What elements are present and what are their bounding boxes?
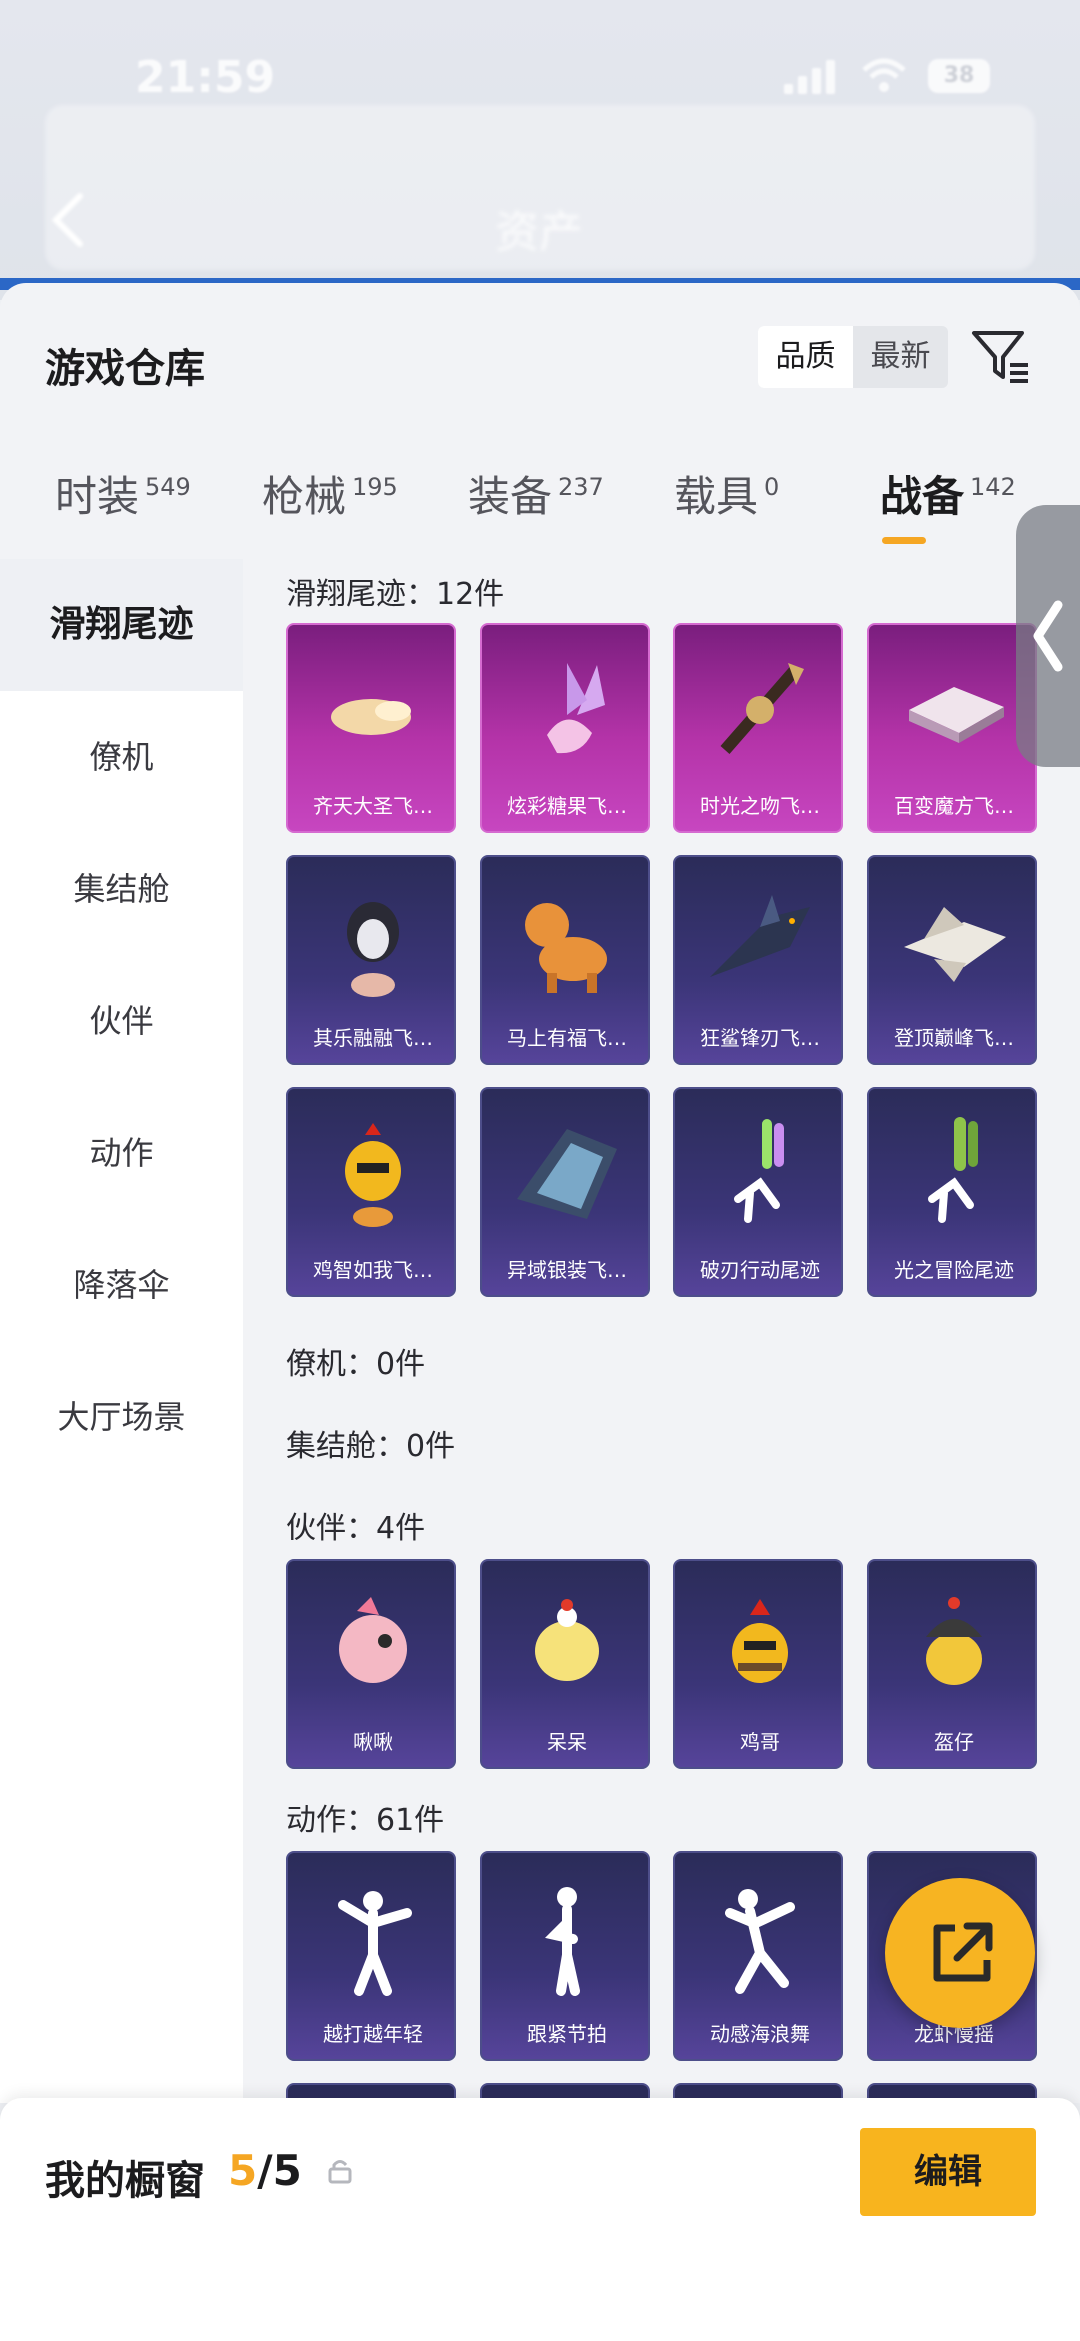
sidebar-item-glide-trail[interactable]: 滑翔尾迹	[0, 559, 243, 691]
section-title-partner: 伙伴：4件	[286, 1511, 426, 1546]
item-card[interactable]: 盔仔	[867, 1559, 1037, 1769]
item-card[interactable]: 啾啾	[286, 1559, 456, 1769]
section-title-emote: 动作：61件	[286, 1803, 445, 1838]
skydiver-trail-icon	[734, 1119, 784, 1223]
sidebar-item-emote[interactable]: 动作	[0, 1087, 243, 1219]
item-card[interactable]: 动感海浪舞	[673, 1851, 843, 2061]
chevron-left-icon	[1033, 600, 1063, 672]
scepter-icon	[720, 663, 804, 754]
showcase-label: 我的橱窗	[45, 2158, 205, 2204]
sidebar-item-parachute[interactable]: 降落伞	[0, 1219, 243, 1351]
item-card[interactable]: 跟紧节拍	[480, 1851, 650, 2061]
horse-icon	[525, 903, 607, 993]
tab-guns[interactable]: 枪械 195	[262, 463, 398, 553]
section-title-capsule: 集结舱：0件	[286, 1429, 456, 1464]
cube-icon	[909, 687, 1004, 743]
dance-pose-icon	[338, 1891, 412, 1996]
tab-indicator	[882, 537, 926, 544]
section-title-wingman: 僚机：0件	[286, 1347, 426, 1382]
wing-icon	[517, 1129, 617, 1219]
item-card[interactable]: 时光之吻飞…	[673, 623, 843, 833]
item-card[interactable]: 炫彩糖果飞…	[480, 623, 650, 833]
item-card[interactable]: 呆呆	[480, 1559, 650, 1769]
item-content: 滑翔尾迹：12件 齐天大圣飞… 炫彩糖果飞… 时光之吻飞… 百变魔方飞… 其乐融…	[243, 559, 1080, 2103]
item-card[interactable]: 破刃行动尾迹	[673, 1087, 843, 1297]
tab-vehicles[interactable]: 载具 0	[674, 463, 779, 553]
sort-newest-button[interactable]: 最新	[853, 326, 948, 388]
item-card[interactable]: 光之冒险尾迹	[867, 1087, 1037, 1297]
sort-toggle: 品质 最新	[758, 326, 948, 388]
chicken-icon	[345, 1123, 401, 1227]
sidebar-item-wingman[interactable]: 僚机	[0, 691, 243, 823]
item-card[interactable]: 其乐融融飞…	[286, 855, 456, 1065]
shark-icon	[710, 895, 810, 977]
sidebar: 滑翔尾迹 僚机 集结舱 伙伴 动作 降落伞 大厅场景	[0, 559, 243, 2103]
item-card[interactable]: 百变魔方飞…	[867, 623, 1037, 833]
item-card[interactable]: 狂鲨锋刃飞…	[673, 855, 843, 1065]
share-icon	[933, 1922, 993, 1982]
section-title-glide: 滑翔尾迹：12件	[286, 577, 505, 612]
pink-bird-icon	[339, 1597, 407, 1683]
item-card[interactable]: 马上有福飞…	[480, 855, 650, 1065]
candy-icon	[547, 663, 605, 754]
tab-gear[interactable]: 装备 237	[468, 463, 604, 553]
item-card[interactable]: 鸡智如我飞…	[286, 1087, 456, 1297]
item-card[interactable]: 登顶巅峰飞…	[867, 855, 1037, 1065]
wifi-icon	[862, 58, 906, 92]
showcase-bar: 我的橱窗 5/5 编辑	[0, 2098, 1080, 2341]
lock-icon	[328, 2160, 352, 2184]
helmet-chick-icon	[926, 1597, 982, 1685]
item-card[interactable]: 异域银装飞…	[480, 1087, 650, 1297]
penguin-icon	[347, 902, 399, 997]
back-icon[interactable]	[48, 190, 88, 250]
item-card[interactable]: 越打越年轻	[286, 1851, 456, 2061]
rooster-icon	[732, 1599, 788, 1683]
signal-icon	[784, 58, 840, 94]
filter-icon[interactable]	[970, 327, 1032, 387]
tab-fashion[interactable]: 时装 549	[55, 463, 191, 553]
jet-icon	[904, 907, 1006, 982]
edit-button[interactable]: 编辑	[860, 2128, 1036, 2216]
share-button[interactable]	[885, 1878, 1035, 2028]
item-card[interactable]: 齐天大圣飞…	[286, 623, 456, 833]
cloud-icon	[331, 699, 411, 735]
dance-pose-icon	[545, 1887, 580, 1996]
sidebar-item-lobby-scene[interactable]: 大厅场景	[0, 1351, 243, 1483]
page-title: 资产	[495, 207, 583, 258]
battery-icon: 38	[928, 59, 990, 93]
dance-pose-icon	[725, 1889, 795, 1994]
status-icons: 38	[784, 58, 990, 94]
panel-title: 游戏仓库	[45, 346, 205, 392]
status-time: 21:59	[135, 52, 276, 103]
showcase-count: 5/5	[228, 2146, 302, 2195]
chick-icon	[535, 1599, 599, 1681]
sort-quality-button[interactable]: 品质	[758, 326, 853, 388]
sidebar-item-capsule[interactable]: 集结舱	[0, 823, 243, 955]
side-drawer-handle[interactable]	[1016, 505, 1080, 767]
item-card[interactable]: 鸡哥	[673, 1559, 843, 1769]
sidebar-item-partner[interactable]: 伙伴	[0, 955, 243, 1087]
skydiver-trail-icon	[928, 1117, 978, 1223]
inventory-panel: 游戏仓库 品质 最新 时装 549 枪械 195 装备 237 载具 0 战备 142 滑…	[0, 283, 1080, 2103]
